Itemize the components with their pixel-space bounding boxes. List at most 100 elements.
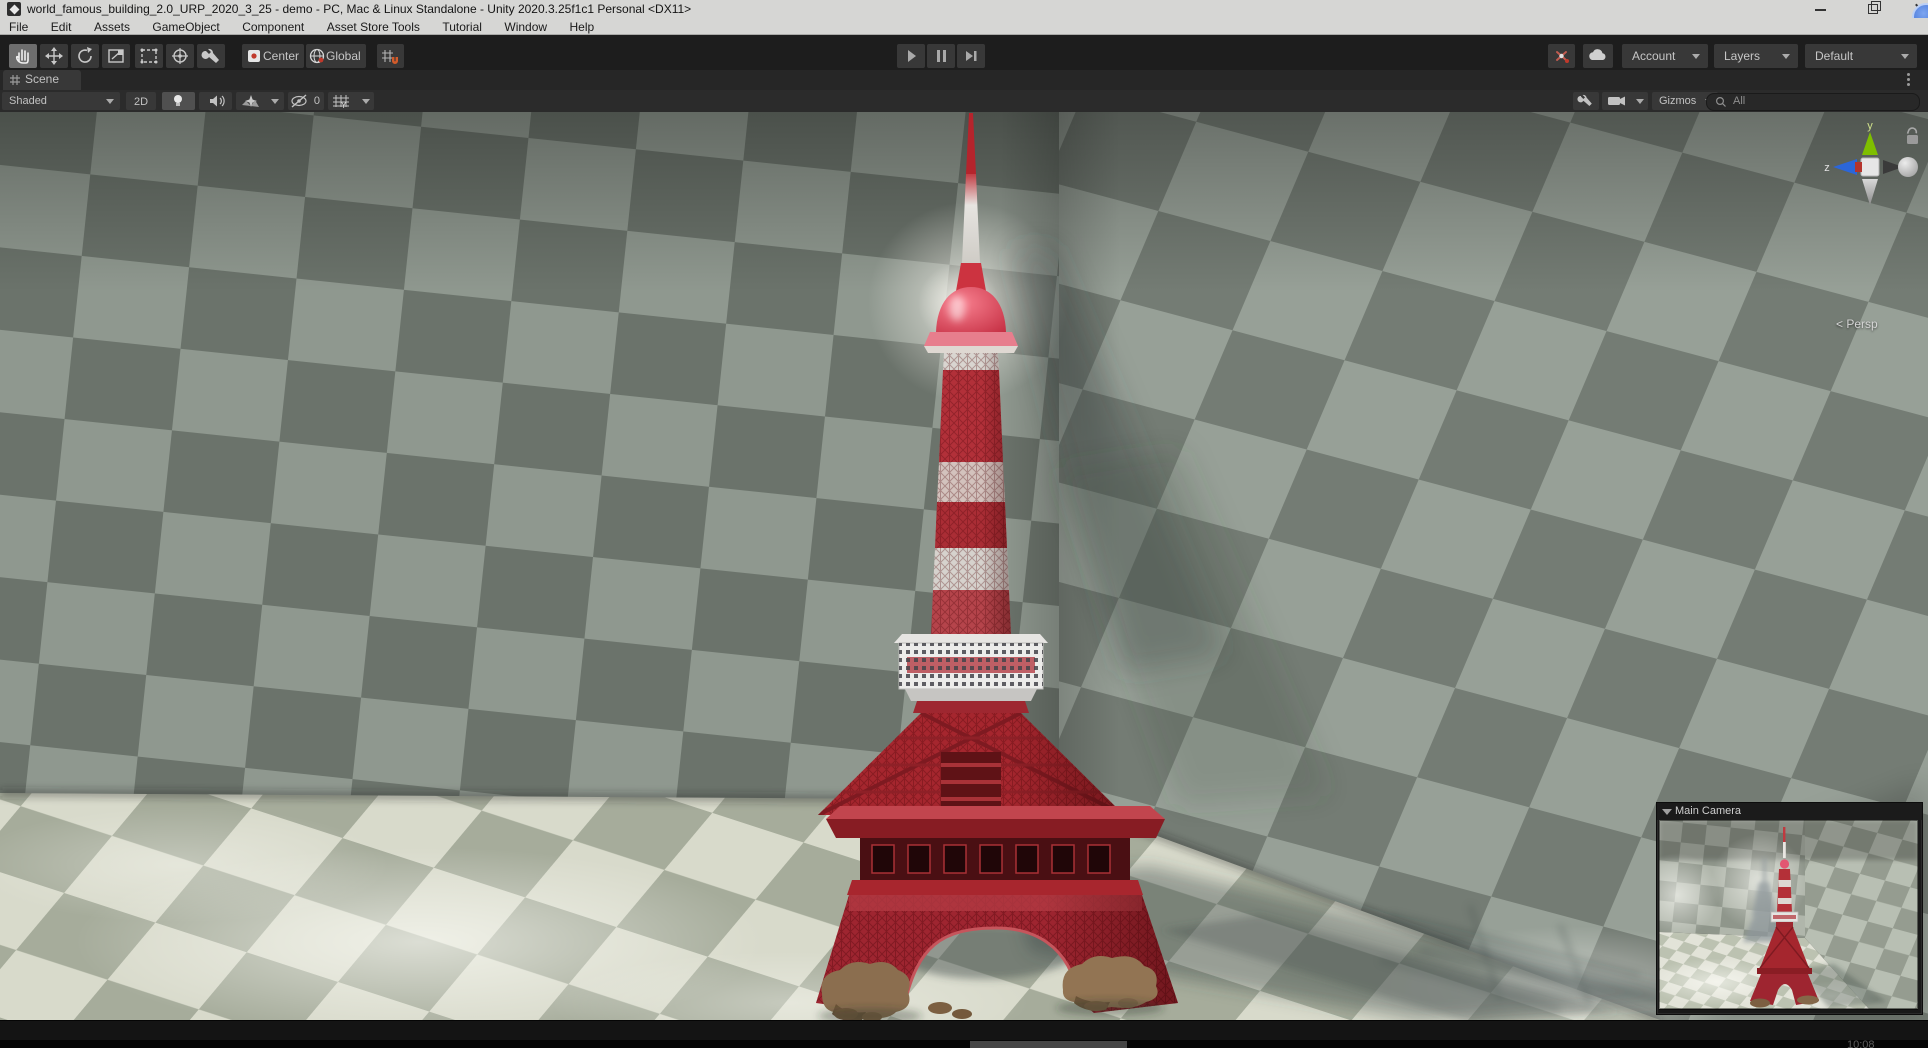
wrench-icon — [201, 48, 219, 63]
hidden-count: 0 — [313, 95, 320, 107]
scene-tab-bar: Scene — [0, 70, 1928, 91]
grid-snap-icon — [382, 50, 398, 64]
camera-settings-dropdown[interactable] — [1602, 92, 1648, 110]
cap-skirt-rim — [924, 346, 1018, 353]
gizmos-label: Gizmos — [1659, 95, 1697, 107]
chevron-down-icon — [1782, 54, 1790, 59]
layers-label: Layers — [1724, 49, 1761, 63]
pivot-toggle-button[interactable]: Center — [242, 44, 304, 68]
account-label: Account — [1632, 49, 1676, 63]
status-bar — [0, 1020, 1928, 1041]
menu-file[interactable]: File — [0, 20, 37, 35]
taskbar-fragment[interactable] — [970, 1041, 1127, 1048]
menu-window[interactable]: Window — [495, 20, 556, 35]
menu-gameobject[interactable]: GameObject — [143, 20, 228, 35]
gizmo-lock-icon[interactable] — [1906, 127, 1918, 144]
chevron-down-icon — [1901, 54, 1909, 59]
scene-viewport[interactable]: y z < Persp — [0, 112, 1928, 1020]
grid-visibility-dropdown[interactable]: Y — [328, 92, 374, 110]
window-title: world_famous_building_2.0_URP_2020_3_25 … — [27, 2, 692, 16]
component-tools-button[interactable] — [1573, 92, 1599, 110]
layout-dropdown[interactable]: Default — [1805, 44, 1917, 68]
step-button[interactable] — [957, 44, 985, 68]
menu-tutorial[interactable]: Tutorial — [433, 20, 491, 35]
rotate-tool-button[interactable] — [71, 44, 99, 68]
minimize-button[interactable] — [1798, 0, 1842, 18]
gizmo-center-cube[interactable] — [1860, 157, 1880, 177]
main-deck — [826, 806, 1165, 895]
axis-y-label[interactable]: y — [1867, 120, 1873, 132]
window-titlebar: world_famous_building_2.0_URP_2020_3_25 … — [0, 0, 1928, 31]
camera-preview-render — [1659, 820, 1918, 1010]
orientation-toggle-button[interactable]: Global — [306, 44, 366, 68]
menu-asset-store-tools[interactable]: Asset Store Tools — [318, 20, 429, 35]
lightbulb-icon — [174, 95, 182, 106]
grid-snap-button[interactable] — [377, 44, 404, 68]
globe-icon — [309, 48, 325, 64]
unity-logo-icon — [7, 2, 21, 16]
layers-dropdown[interactable]: Layers — [1714, 44, 1798, 68]
menu-assets[interactable]: Assets — [85, 20, 139, 35]
axis-x-nub — [1855, 162, 1862, 172]
move-tool-button[interactable] — [40, 44, 68, 68]
menu-component[interactable]: Component — [233, 20, 313, 35]
upper-observation-deck — [894, 634, 1048, 713]
scale-icon — [108, 49, 124, 63]
scene-search-input[interactable]: All — [1706, 93, 1920, 111]
menu-help[interactable]: Help — [561, 20, 604, 35]
tab-scene[interactable]: Scene — [3, 70, 81, 90]
scale-tool-button[interactable] — [102, 44, 130, 68]
tools-wrench-icon — [1577, 94, 1592, 106]
camera-preview-header[interactable]: Main Camera — [1657, 803, 1922, 820]
hand-icon — [15, 49, 29, 64]
axis-x-ball[interactable] — [1898, 157, 1918, 177]
tab-menu-kebab-icon[interactable] — [1907, 73, 1910, 76]
rotate-icon — [78, 47, 92, 63]
rect-tool-button[interactable] — [135, 44, 163, 68]
svg-text:Y: Y — [341, 101, 347, 110]
camera-preview-panel[interactable]: Main Camera — [1656, 802, 1923, 1015]
restore-button[interactable] — [1850, 0, 1894, 18]
pause-button[interactable] — [927, 44, 955, 68]
antenna-collar — [956, 263, 986, 291]
2d-toggle-button[interactable]: 2D — [126, 92, 156, 110]
search-icon — [1715, 96, 1726, 107]
axis-z-cone[interactable] — [1833, 159, 1857, 175]
camera-preview-title: Main Camera — [1675, 805, 1742, 817]
cloud-services-button[interactable] — [1583, 44, 1613, 68]
2d-label: 2D — [133, 96, 149, 108]
taskbar-strip — [0, 1040, 1928, 1048]
layout-label: Default — [1815, 49, 1854, 63]
projection-mode-label[interactable]: < Persp — [1836, 317, 1878, 331]
chevron-down-icon — [362, 99, 370, 104]
menu-edit[interactable]: Edit — [42, 20, 81, 35]
menu-bar: File Edit Assets GameObject Component As… — [0, 18, 1928, 35]
chevron-down-icon — [106, 99, 114, 104]
camera-icon — [1608, 96, 1625, 106]
speaker-icon — [210, 95, 225, 107]
dome-highlight — [949, 295, 965, 321]
transform-tool-button[interactable] — [166, 44, 194, 68]
scene-audio-toggle[interactable] — [199, 92, 232, 110]
orientation-label: Global — [326, 49, 361, 63]
collapse-triangle-icon[interactable] — [1662, 809, 1672, 815]
scene-3d-render — [0, 112, 1928, 1020]
axis-down-cone[interactable] — [1862, 179, 1878, 205]
axis-y-cone[interactable] — [1862, 132, 1878, 155]
axis-z-label[interactable]: z — [1824, 162, 1830, 174]
draw-mode-dropdown[interactable]: Shaded — [2, 92, 120, 110]
scene-lighting-toggle[interactable] — [162, 92, 195, 110]
grid-axis-icon: Y — [333, 95, 349, 110]
hidden-objects-toggle[interactable]: 0 — [288, 92, 324, 110]
hand-tool-button[interactable] — [9, 44, 37, 68]
effects-dropdown-toggle[interactable] — [236, 92, 284, 110]
play-button[interactable] — [897, 44, 925, 68]
scene-grid-icon — [10, 75, 20, 85]
account-dropdown[interactable]: Account — [1622, 44, 1708, 68]
scene-orientation-gizmo[interactable]: y z — [1813, 115, 1928, 225]
custom-tool-button[interactable] — [197, 44, 225, 68]
chevron-down-icon — [1692, 54, 1700, 59]
version-control-button[interactable] — [1548, 44, 1575, 68]
unity-editor-window: world_famous_building_2.0_URP_2020_3_25 … — [0, 0, 1928, 1048]
eye-slash-icon — [291, 94, 307, 108]
